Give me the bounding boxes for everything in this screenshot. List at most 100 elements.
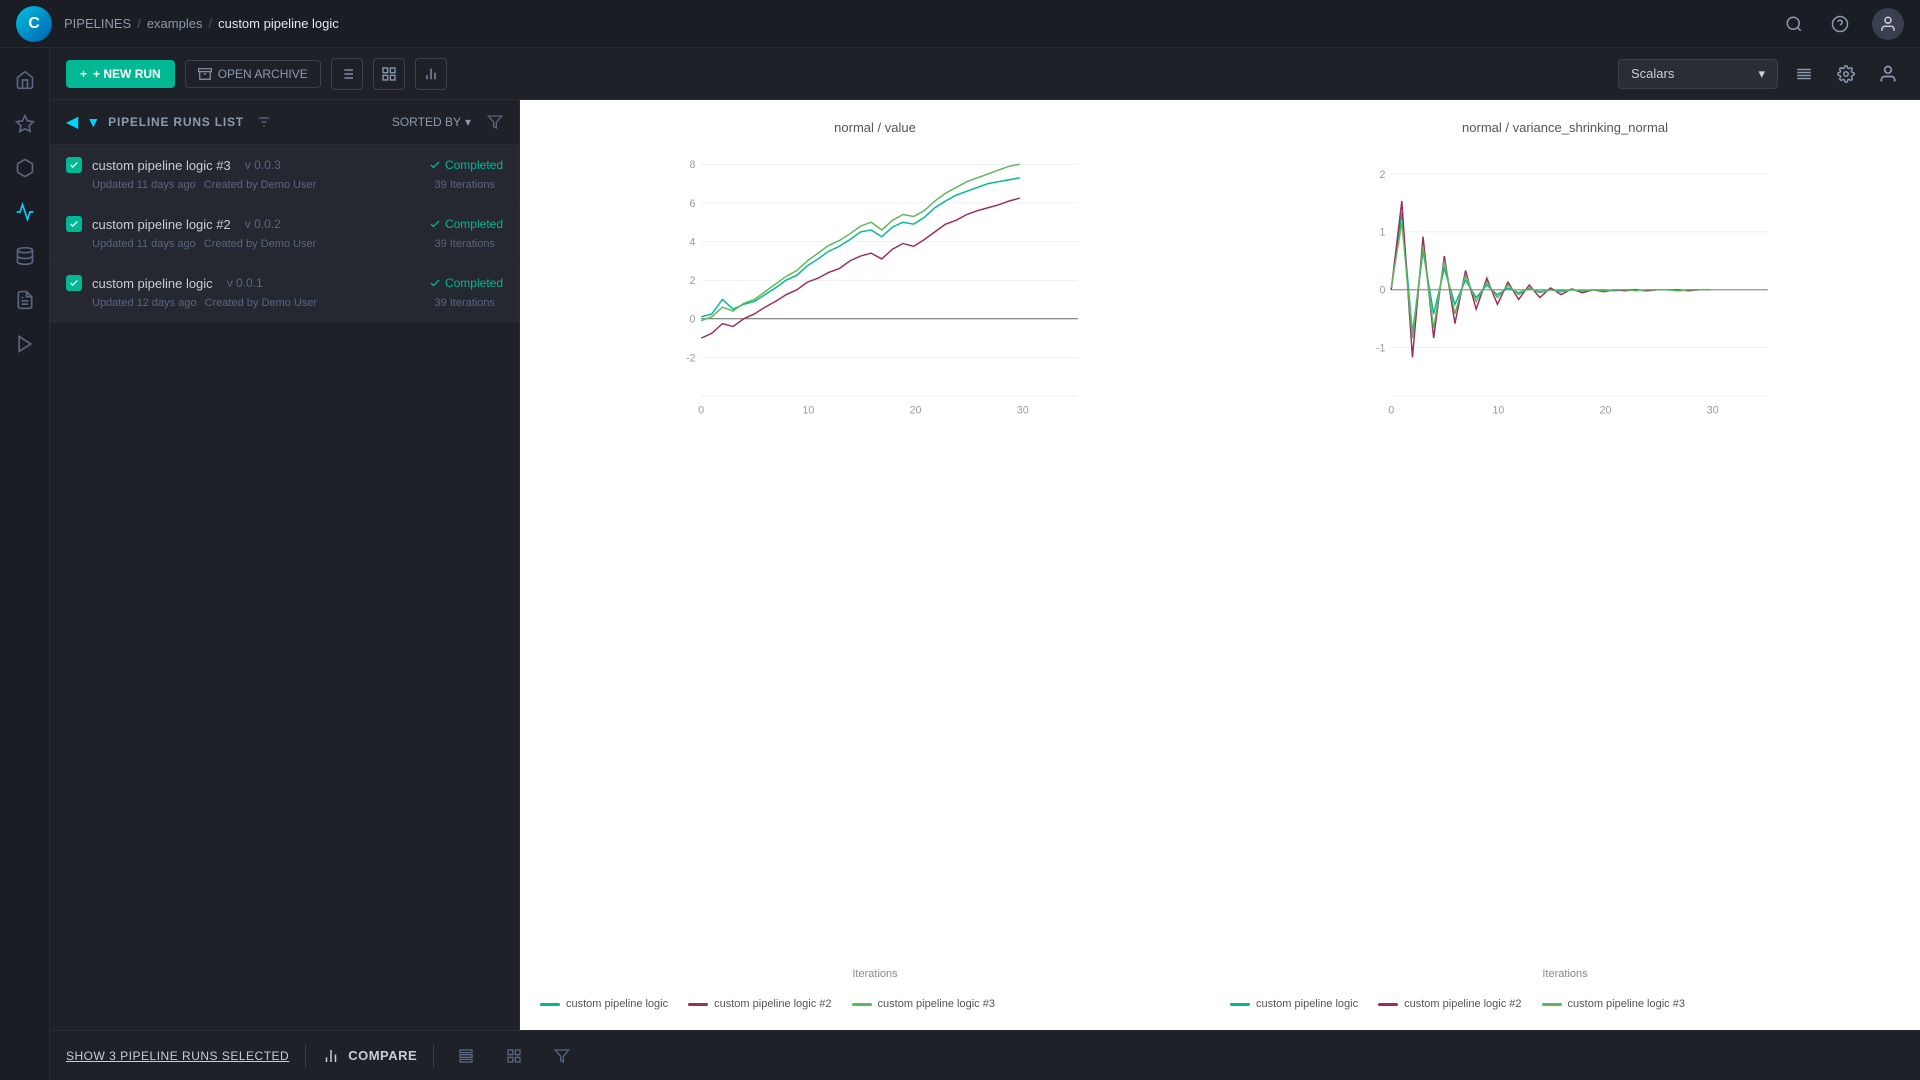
sidebar-item-data[interactable] bbox=[5, 236, 45, 276]
legend-color-2 bbox=[1378, 1003, 1398, 1006]
svg-text:-2: -2 bbox=[686, 352, 696, 364]
chart2-wrapper: 2 1 0 -1 0 10 20 30 bbox=[1230, 145, 1900, 978]
panel-toggle-icon[interactable]: ◀ bbox=[66, 112, 78, 132]
user-settings-button[interactable] bbox=[1872, 58, 1904, 90]
chart1-wrapper: 8 6 4 2 0 -2 0 10 20 30 bbox=[540, 145, 1210, 978]
left-sidebar bbox=[0, 48, 50, 1080]
run-checkbox[interactable] bbox=[66, 157, 82, 173]
compare-button[interactable]: COMPARE bbox=[322, 1047, 417, 1065]
runs-list-header: ◀ ▼ PIPELINE RUNS LIST SORTED BY ▾ bbox=[50, 100, 519, 145]
legend-label-3: custom pipeline logic #3 bbox=[1568, 998, 1685, 1010]
nav-right bbox=[1780, 8, 1904, 40]
run-item-top: custom pipeline logic #2 v 0.0.2 Complet… bbox=[66, 216, 503, 232]
help-icon[interactable] bbox=[1826, 10, 1854, 38]
run-created-by: Created by Demo User bbox=[205, 297, 318, 309]
scalars-dropdown[interactable]: Scalars ▾ bbox=[1618, 59, 1778, 89]
user-avatar[interactable] bbox=[1872, 8, 1904, 40]
run-iterations: 39 Iterations bbox=[434, 238, 495, 250]
svg-text:30: 30 bbox=[1017, 404, 1029, 416]
search-icon[interactable] bbox=[1780, 10, 1808, 38]
breadcrumb-parent[interactable]: examples bbox=[147, 16, 203, 31]
bottom-view-list-button[interactable] bbox=[450, 1040, 482, 1072]
run-version: v 0.0.1 bbox=[227, 276, 263, 290]
new-run-label: + NEW RUN bbox=[93, 67, 161, 81]
sidebar-item-deploy[interactable] bbox=[5, 324, 45, 364]
run-updated: Updated 12 days ago bbox=[92, 297, 197, 309]
chart1-title: normal / value bbox=[540, 120, 1210, 135]
check-icon bbox=[69, 219, 79, 229]
legend-color-2 bbox=[688, 1003, 708, 1006]
run-meta: Updated 11 days ago Created by Demo User… bbox=[66, 238, 503, 250]
chart1-container: normal / value 8 6 4 2 0 bbox=[540, 120, 1210, 1010]
settings-gear-button[interactable] bbox=[1830, 58, 1862, 90]
legend-item: custom pipeline logic bbox=[540, 998, 668, 1010]
svg-text:2: 2 bbox=[1380, 169, 1386, 181]
breadcrumb-current: custom pipeline logic bbox=[218, 16, 339, 31]
breadcrumb-root[interactable]: PIPELINES bbox=[64, 16, 131, 31]
show-selected-button[interactable]: SHOW 3 PIPELINE RUNS SELECTED bbox=[66, 1049, 289, 1063]
legend-item: custom pipeline logic #3 bbox=[1542, 998, 1685, 1010]
run-created-by: Created by Demo User bbox=[204, 179, 317, 191]
settings-rows-button[interactable] bbox=[1788, 58, 1820, 90]
dropdown-arrow-icon: ▾ bbox=[1758, 66, 1765, 82]
run-item-top: custom pipeline logic #3 v 0.0.3 Complet… bbox=[66, 157, 503, 173]
run-status: Completed bbox=[429, 276, 503, 290]
divider bbox=[305, 1044, 306, 1068]
run-created-by: Created by Demo User bbox=[204, 238, 317, 250]
legend-label-2: custom pipeline logic #2 bbox=[714, 998, 831, 1010]
view-grid-button[interactable] bbox=[373, 58, 405, 90]
toolbar: + + NEW RUN OPEN ARCHIVE Scalars ▾ bbox=[50, 48, 1920, 100]
legend-label-1: custom pipeline logic bbox=[566, 998, 668, 1010]
run-checkbox[interactable] bbox=[66, 216, 82, 232]
run-checkbox[interactable] bbox=[66, 275, 82, 291]
run-name: custom pipeline logic #2 bbox=[92, 217, 231, 232]
run-iterations: 39 Iterations bbox=[434, 297, 495, 309]
bottom-filter-button[interactable] bbox=[546, 1040, 578, 1072]
list-icon bbox=[339, 66, 355, 82]
runs-list-panel: ◀ ▼ PIPELINE RUNS LIST SORTED BY ▾ custo… bbox=[50, 100, 520, 1030]
view-chart-button[interactable] bbox=[415, 58, 447, 90]
sidebar-item-experiments[interactable] bbox=[5, 104, 45, 144]
breadcrumb-sep2: / bbox=[208, 16, 212, 31]
archive-icon bbox=[198, 67, 212, 81]
legend-color-1 bbox=[1230, 1003, 1250, 1006]
divider bbox=[433, 1044, 434, 1068]
chart2-legend: custom pipeline logic custom pipeline lo… bbox=[1230, 990, 1900, 1010]
chart-icon bbox=[423, 66, 439, 82]
sorted-by-control[interactable]: SORTED BY ▾ bbox=[392, 115, 471, 129]
run-status: Completed bbox=[429, 158, 503, 172]
scalars-label: Scalars bbox=[1631, 66, 1674, 81]
svg-text:-1: -1 bbox=[1376, 343, 1386, 355]
legend-color-3 bbox=[852, 1003, 872, 1006]
filter-options-icon[interactable] bbox=[256, 114, 272, 130]
view-list-button[interactable] bbox=[331, 58, 363, 90]
run-item[interactable]: custom pipeline logic #3 v 0.0.3 Complet… bbox=[50, 145, 519, 204]
top-nav: C PIPELINES / examples / custom pipeline… bbox=[0, 0, 1920, 48]
run-item[interactable]: custom pipeline logic #2 v 0.0.2 Complet… bbox=[50, 204, 519, 263]
panel-expand-icon[interactable]: ▼ bbox=[86, 114, 100, 130]
svg-text:1: 1 bbox=[1380, 227, 1386, 239]
run-item[interactable]: custom pipeline logic v 0.0.1 Completed … bbox=[50, 263, 519, 322]
legend-color-3 bbox=[1542, 1003, 1562, 1006]
sidebar-item-models[interactable] bbox=[5, 148, 45, 188]
run-version: v 0.0.3 bbox=[245, 158, 281, 172]
runs-list-title: PIPELINE RUNS LIST bbox=[108, 115, 244, 129]
completed-check-icon bbox=[429, 159, 441, 171]
svg-text:4: 4 bbox=[690, 236, 696, 248]
new-run-button[interactable]: + + NEW RUN bbox=[66, 60, 175, 88]
app-logo[interactable]: C bbox=[16, 6, 52, 42]
svg-text:0: 0 bbox=[1380, 285, 1386, 297]
run-name: custom pipeline logic #3 bbox=[92, 158, 231, 173]
filter-icon[interactable] bbox=[487, 114, 503, 130]
svg-text:0: 0 bbox=[690, 314, 696, 326]
run-status: Completed bbox=[429, 217, 503, 231]
sidebar-item-pipeline[interactable] bbox=[5, 192, 45, 232]
run-meta: Updated 11 days ago Created by Demo User… bbox=[66, 179, 503, 191]
sidebar-item-home[interactable] bbox=[5, 60, 45, 100]
legend-label-2: custom pipeline logic #2 bbox=[1404, 998, 1521, 1010]
sidebar-item-reports[interactable] bbox=[5, 280, 45, 320]
completed-check-icon bbox=[429, 277, 441, 289]
bottom-view-grid-button[interactable] bbox=[498, 1040, 530, 1072]
svg-text:10: 10 bbox=[1492, 404, 1504, 416]
open-archive-button[interactable]: OPEN ARCHIVE bbox=[185, 60, 321, 88]
